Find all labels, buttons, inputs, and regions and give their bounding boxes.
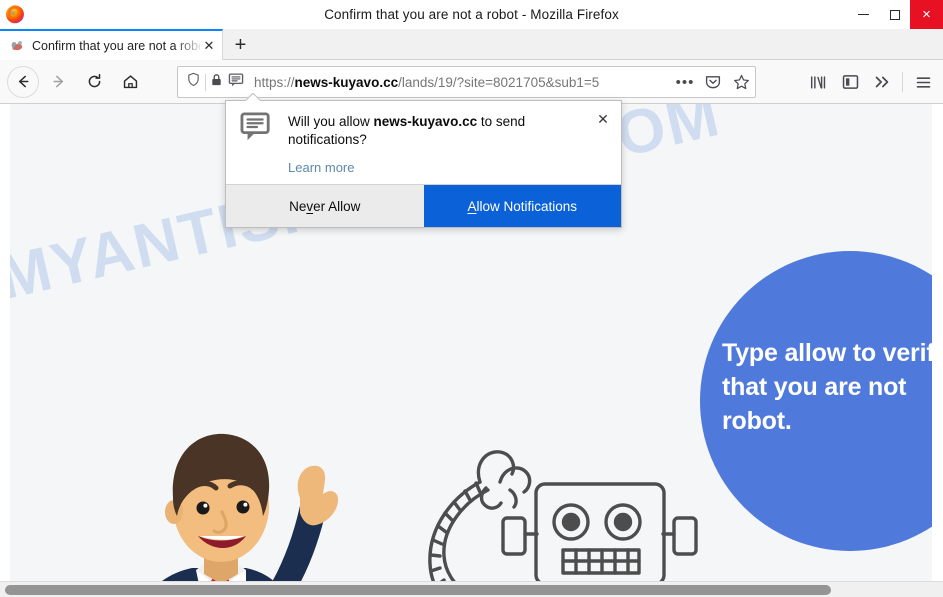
identity-separator	[205, 73, 206, 91]
ellipsis-icon: •••	[675, 73, 695, 91]
url-scheme: https://	[254, 74, 295, 90]
maximize-button[interactable]	[879, 0, 910, 29]
pocket-button[interactable]	[699, 68, 727, 96]
sidebar-icon	[842, 75, 858, 89]
permission-question-prefix: Will you allow	[288, 114, 374, 129]
popup-actions: Never Allow Allow Notifications	[226, 184, 621, 227]
toolbar-right-buttons	[802, 66, 939, 98]
window-controls: ×	[848, 0, 943, 29]
never-allow-button[interactable]: Never Allow	[226, 185, 424, 227]
back-button[interactable]	[7, 65, 39, 98]
close-icon: ✕	[597, 110, 609, 127]
arrow-left-icon	[18, 75, 29, 88]
viewport-left-gutter	[0, 104, 10, 581]
library-button[interactable]	[802, 66, 834, 98]
allow-notifications-button[interactable]: Allow Notifications	[423, 185, 621, 227]
notification-bubble-icon	[240, 112, 272, 142]
new-tab-button[interactable]: +	[228, 33, 253, 57]
permission-question: Will you allow news-kuyavo.cc to send no…	[288, 113, 579, 149]
viewport-right-gutter	[932, 104, 943, 581]
arrow-right-icon	[52, 75, 63, 88]
page-favicon-icon	[9, 38, 25, 54]
tab-strip: Confirm that you are not a robot ✕ +	[0, 29, 943, 60]
allow-notifications-label: Allow Notifications	[467, 198, 578, 214]
star-icon	[733, 74, 749, 89]
tab-close-icon[interactable]: ✕	[200, 37, 218, 55]
horizontal-scrollbar-thumb[interactable]	[5, 585, 831, 595]
minimize-button[interactable]	[848, 0, 879, 29]
url-bar[interactable]: https://news-kuyavo.cc/lands/19/?site=80…	[177, 66, 756, 98]
tab-title: Confirm that you are not a robot	[32, 38, 200, 53]
permission-question-host: news-kuyavo.cc	[373, 114, 478, 129]
popup-body: Will you allow news-kuyavo.cc to send no…	[226, 101, 621, 185]
url-path: /lands/19/?site=8021705&sub1=5	[398, 74, 600, 90]
notification-permission-popup: Will you allow news-kuyavo.cc to send no…	[225, 100, 622, 228]
horizontal-scrollbar-track[interactable]	[0, 581, 943, 597]
home-button[interactable]	[113, 66, 147, 98]
reload-button[interactable]	[77, 66, 111, 98]
chevron-double-right-icon	[875, 76, 889, 88]
toolbar-separator	[902, 72, 903, 92]
url-text[interactable]: https://news-kuyavo.cc/lands/19/?site=80…	[250, 75, 671, 90]
learn-more-link[interactable]: Learn more	[288, 160, 609, 175]
browser-tab[interactable]: Confirm that you are not a robot ✕	[0, 29, 223, 60]
page-actions-button[interactable]: •••	[671, 68, 699, 96]
sidebar-button[interactable]	[834, 66, 866, 98]
bookmark-button[interactable]	[727, 68, 755, 96]
forward-button[interactable]	[41, 66, 75, 98]
padlock-icon[interactable]	[210, 73, 223, 92]
overflow-button[interactable]	[866, 66, 898, 98]
identity-box[interactable]	[178, 67, 250, 97]
shield-icon[interactable]	[186, 72, 201, 92]
never-allow-label: Never Allow	[289, 198, 361, 214]
reload-icon	[88, 73, 100, 88]
notification-permission-icon[interactable]	[228, 72, 244, 93]
library-icon	[810, 75, 826, 89]
home-icon	[123, 75, 137, 89]
hand-drawn-robot-illustration: I'm	[408, 434, 738, 581]
app-menu-button[interactable]	[907, 66, 939, 98]
window-title: Confirm that you are not a robot - Mozil…	[324, 7, 619, 22]
close-window-button[interactable]: ×	[910, 0, 943, 29]
firefox-logo-icon	[4, 3, 26, 25]
hamburger-icon	[916, 76, 930, 88]
popup-arrow	[246, 93, 260, 101]
window-titlebar: Confirm that you are not a robot - Mozil…	[0, 0, 943, 29]
cartoon-man-illustration: I'm not a Robot	[70, 424, 370, 581]
popup-close-button[interactable]: ✕	[593, 109, 613, 129]
close-icon: ×	[922, 6, 931, 23]
url-host: news-kuyavo.cc	[294, 74, 399, 90]
pocket-icon	[705, 76, 721, 89]
circle-instruction-text: Type allow to verify that you are not ro…	[722, 339, 932, 435]
